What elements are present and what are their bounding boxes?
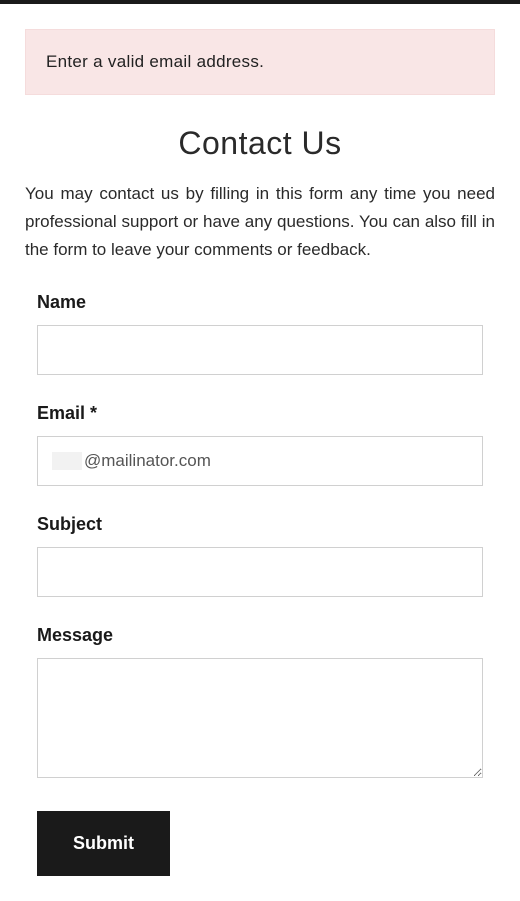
content-container: Enter a valid email address. Contact Us …: [0, 4, 520, 901]
subject-label: Subject: [37, 514, 483, 535]
page-title: Contact Us: [25, 125, 495, 162]
email-value-text: @mailinator.com: [84, 451, 211, 471]
subject-input[interactable]: [37, 547, 483, 597]
name-label: Name: [37, 292, 483, 313]
submit-button[interactable]: Submit: [37, 811, 170, 876]
name-input[interactable]: [37, 325, 483, 375]
subject-group: Subject: [37, 514, 483, 597]
error-message-text: Enter a valid email address.: [46, 52, 264, 71]
intro-text: You may contact us by filling in this fo…: [25, 180, 495, 264]
email-redacted-prefix: [52, 452, 82, 470]
contact-form: Name Email * @mailinator.com Subject Mes…: [25, 292, 495, 876]
name-group: Name: [37, 292, 483, 375]
email-group: Email * @mailinator.com: [37, 403, 483, 486]
error-banner: Enter a valid email address.: [25, 29, 495, 95]
email-label: Email *: [37, 403, 483, 424]
message-label: Message: [37, 625, 483, 646]
email-input[interactable]: @mailinator.com: [37, 436, 483, 486]
message-input[interactable]: [37, 658, 483, 778]
message-group: Message: [37, 625, 483, 783]
